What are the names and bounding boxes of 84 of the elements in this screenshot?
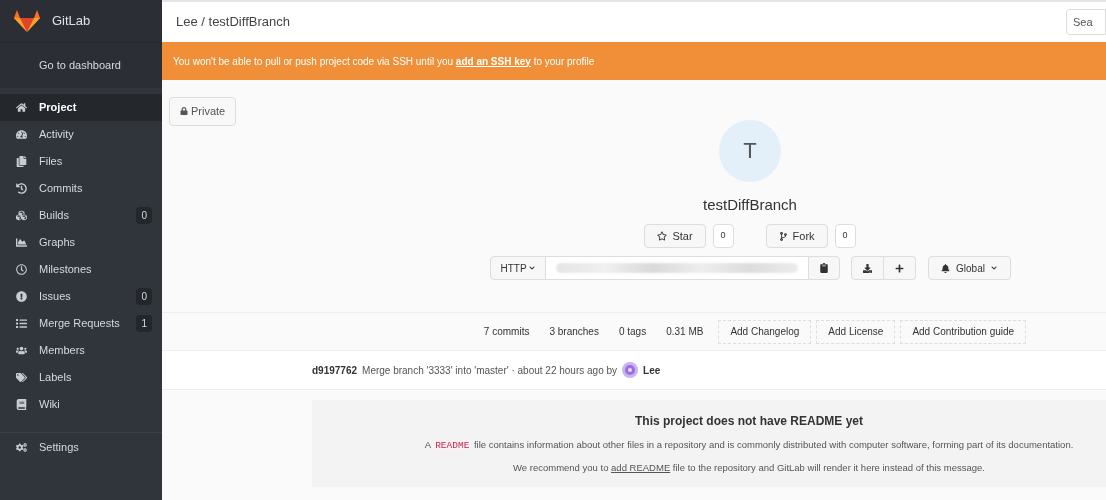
lock-icon [180,107,188,116]
brand-name: GitLab [52,12,91,31]
sidebar-label: Merge Requests [39,316,121,332]
sidebar-label: Files [39,154,64,170]
action-link[interactable]: Add License [816,319,896,344]
sidebar-item[interactable]: Members [0,337,162,364]
star-count: 0 [712,224,734,248]
stat-link[interactable]: 0 tags [608,324,657,339]
stat-link[interactable]: 7 commits [473,324,540,339]
caret-icon [990,265,997,271]
clipboard-icon [818,263,829,273]
caret-icon [528,265,535,271]
sidebar-label: Labels [39,370,73,386]
sidebar-label: Members [39,343,86,359]
sidebar-item[interactable]: Merge Requests 1 [0,310,162,337]
action-link[interactable]: Add Changelog [718,319,812,344]
sidebar-label: Wiki [39,397,61,413]
clock-icon [16,264,27,275]
user-avatar [622,362,639,378]
sidebar-item[interactable]: Issues 0 [0,283,162,310]
history-icon [16,183,27,194]
fork-icon [778,231,788,241]
list-icon [16,318,27,329]
cubes-icon [16,210,27,221]
sidebar-item[interactable]: Activity [0,121,162,148]
exclamation-icon [16,291,27,302]
bell-icon [941,263,951,273]
sidebar-label: Project [39,100,78,116]
count-badge: 0 [136,288,152,305]
count-badge: 0 [136,207,152,224]
project-title: testDiffBranch [703,194,797,215]
stat-link[interactable]: 0.31 MB [656,324,714,339]
sidebar-label: Issues [39,289,72,305]
sidebar-label: Graphs [39,235,77,251]
search-field[interactable]: Sea [1066,9,1106,35]
download-button[interactable] [850,256,884,280]
star-icon [657,231,668,241]
readme-title: This project does not have README yet [634,413,863,430]
book-icon [16,399,27,410]
fox-logo-icon [14,9,40,33]
sidebar-item[interactable]: Labels [0,364,162,391]
sidebar-item[interactable]: Milestones [0,256,162,283]
readme-description: A README file contains information about other files in a repository and is commonly distributed with computer software, forming part of its documentation. [424,438,1074,453]
project-avatar: T [719,119,781,182]
sidebar-label: Settings [39,440,80,456]
clone-url-field[interactable] [545,256,808,280]
sidebar-item[interactable]: Project [0,94,162,121]
sidebar-label: Builds [39,208,70,224]
action-link[interactable]: Add Contribution guide [900,319,1027,344]
sidebar-label: Activity [39,127,75,143]
sidebar-item[interactable]: Commits [0,175,162,202]
author-name[interactable]: Lee [643,362,661,378]
sidebar-item[interactable]: Settings [0,434,162,461]
fork-button[interactable]: Fork [765,224,828,248]
area-chart-icon [16,237,27,248]
home-icon [16,102,27,113]
tags-icon [16,372,27,383]
count-badge: 1 [136,315,152,332]
breadcrumb[interactable]: Lee / testDiffBranch [176,12,1066,32]
gears-icon [16,442,27,453]
sidebar-item[interactable]: Graphs [0,229,162,256]
plus-icon [894,263,904,273]
sidebar-item[interactable]: Wiki [0,391,162,418]
dashboard-link[interactable]: Go to dashboard [39,57,121,74]
sidebar-label: Commits [39,181,84,197]
copy-button[interactable] [807,256,840,280]
fork-count: 0 [834,224,856,248]
protocol-dropdown[interactable]: HTTP [489,256,546,280]
users-icon [16,345,27,356]
sidebar-label: Milestones [39,262,93,278]
commit-sha[interactable]: d9197762 [312,362,358,378]
download-icon [862,263,872,273]
commit-message: Merge branch '3333' into 'master' · about 22 hours ago by [362,363,618,378]
stat-link[interactable]: 3 branches [539,324,609,339]
warning-text: You won't be able to pull or push project code via SSH until you add an SSH key to your profile [173,54,595,69]
visibility-badge: Private [169,97,237,126]
notification-dropdown[interactable]: Global [927,256,1011,280]
readme-hint: We recommend you to add README file to the repository and GitLab will render it here instead of this message. [513,461,985,476]
add-readme-link[interactable]: add README [611,462,671,474]
sidebar-item[interactable]: Files [0,148,162,175]
files-icon [16,156,27,167]
gauge-icon [16,129,27,140]
sidebar-item[interactable]: Builds 0 [0,202,162,229]
star-button[interactable]: Star [644,224,706,248]
